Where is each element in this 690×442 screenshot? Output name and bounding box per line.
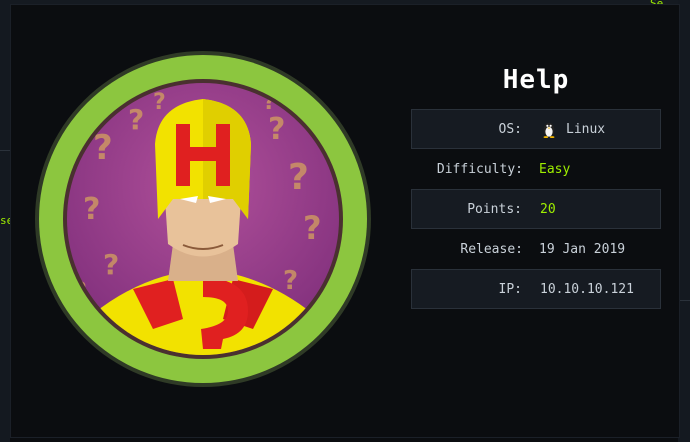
svg-text:?: ? <box>83 192 100 227</box>
machine-name: Help <box>502 65 570 95</box>
difficulty-value: Easy <box>539 161 571 177</box>
tux-penguin-icon <box>543 122 555 138</box>
os-label: OS: <box>498 121 522 137</box>
os-name: Linux <box>566 121 606 137</box>
release-label: Release: <box>460 241 523 257</box>
svg-text:?: ? <box>288 157 309 198</box>
svg-text:?: ? <box>128 103 144 136</box>
machine-info-modal: ? ? ? ? ? ? ? ? ? ? ? <box>10 4 680 438</box>
info-row-difficulty: Difficulty: Easy <box>411 149 661 189</box>
difficulty-label: Difficulty: <box>436 161 523 177</box>
points-value: 20 <box>540 201 556 217</box>
ip-value[interactable]: 10.10.10.121 <box>540 270 634 308</box>
svg-text:?: ? <box>303 209 322 247</box>
points-label: Points: <box>467 201 522 217</box>
info-row-release: Release: 19 Jan 2019 <box>411 229 661 269</box>
background-divider <box>0 150 10 151</box>
os-value: Linux <box>540 110 605 148</box>
machine-info-table: OS: Linux Difficulty: Easy Points: 20 Re… <box>411 109 661 309</box>
help-superhero-avatar: ? ? ? ? ? ? ? ? ? ? ? <box>35 51 371 387</box>
info-row-ip: IP: 10.10.10.121 <box>411 269 661 309</box>
info-row-points: Points: 20 <box>411 189 661 229</box>
svg-text:?: ? <box>153 90 166 115</box>
svg-text:?: ? <box>283 266 298 296</box>
background-divider <box>680 300 690 301</box>
machine-avatar: ? ? ? ? ? ? ? ? ? ? ? <box>33 49 373 389</box>
svg-text:?: ? <box>268 112 285 147</box>
release-value: 19 Jan 2019 <box>539 241 626 257</box>
svg-text:?: ? <box>103 248 119 281</box>
ip-label: IP: <box>498 281 522 297</box>
info-row-os: OS: Linux <box>411 109 661 149</box>
